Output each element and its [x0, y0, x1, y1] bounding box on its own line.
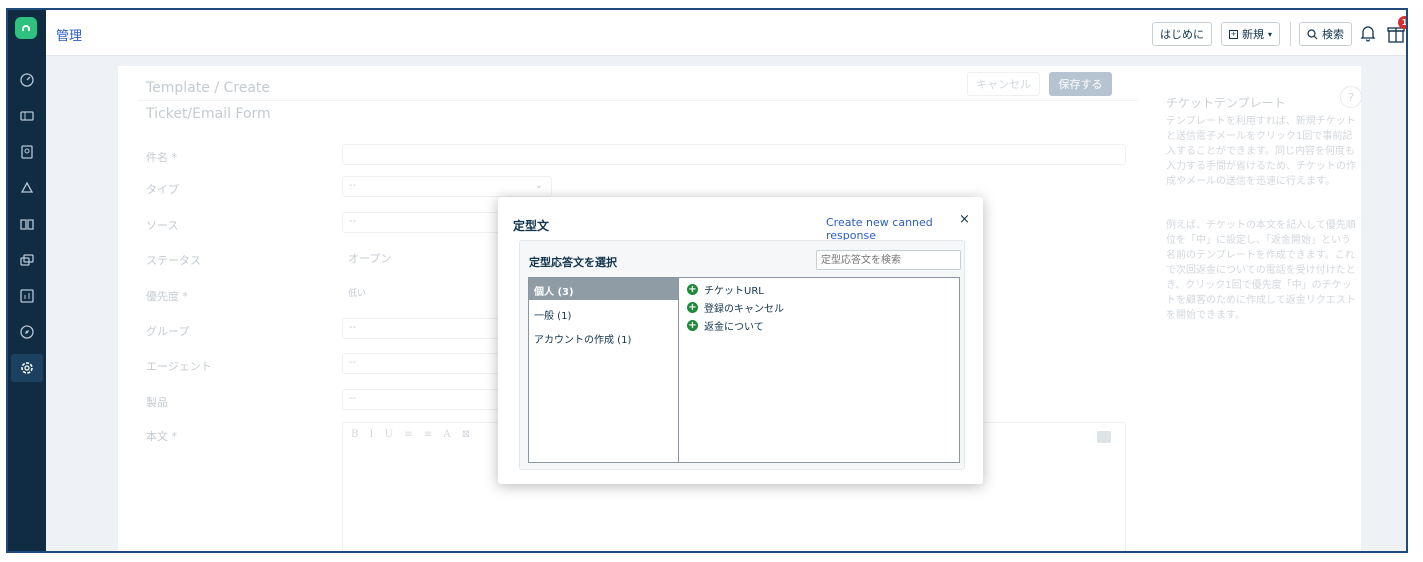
group-value: -- [349, 322, 357, 333]
new-button-label: 新規 [1242, 28, 1264, 41]
help-title: チケットテンプレート [1166, 96, 1286, 110]
sidebar [8, 10, 46, 551]
tickets-icon[interactable] [17, 106, 37, 126]
response-label: 返金について [704, 321, 764, 333]
type-label: タイプ [146, 183, 179, 196]
contacts-icon[interactable] [17, 142, 37, 162]
cancel-button[interactable]: キャンセル [967, 72, 1040, 96]
top-bar: 管理 はじめに + 新規 ▾ 検索 1 [46, 10, 1406, 56]
search-input[interactable] [816, 250, 961, 270]
response-item[interactable]: + 返金について [687, 317, 764, 333]
body-label: 本文 * [146, 430, 177, 443]
product-select[interactable]: -- [342, 389, 502, 410]
divider [1290, 22, 1291, 46]
form-title: Ticket/Email Form [146, 106, 271, 122]
page-title: 管理 [56, 29, 83, 44]
chat-icon[interactable] [17, 250, 37, 270]
source-value: -- [349, 216, 357, 227]
help-paragraph: テンプレートを利用すれば、新規チケットと送信電子メールをクリック1回で事前記入す… [1166, 116, 1356, 187]
canned-response-picker: 定型応答文を選択 個人 (3) 一般 (1) アカウントの作成 (1) + チケ… [519, 240, 965, 470]
product-label: 製品 [146, 396, 168, 409]
agent-value: -- [349, 357, 357, 368]
divider [138, 100, 1138, 101]
add-circle-icon: + [687, 283, 698, 295]
subject-label: 件名 * [146, 151, 177, 164]
subject-input[interactable] [342, 144, 1126, 165]
search-label: 検索 [1322, 28, 1344, 41]
editor-toolbar[interactable]: B I U ≡ ≡ A ⊠ [351, 429, 474, 440]
bell-icon[interactable] [1359, 24, 1377, 42]
save-button[interactable]: 保存する [1049, 72, 1112, 96]
app-window: 管理 はじめに + 新規 ▾ 検索 1 Template / Create Ti… [6, 8, 1408, 553]
new-button[interactable]: + 新規 ▾ [1221, 22, 1281, 46]
search-button[interactable]: 検索 [1299, 22, 1352, 46]
group-label: グループ [146, 325, 190, 338]
product-value: -- [349, 393, 357, 404]
picker-title: 定型応答文を選択 [529, 256, 617, 269]
admin-settings-icon[interactable] [11, 354, 43, 382]
category-item-account-creation[interactable]: アカウントの作成 (1) [529, 326, 678, 348]
type-value: -- [349, 180, 357, 191]
canned-response-modal: 定型文 Create new canned response × 定型応答文を選… [498, 197, 983, 484]
priority-label: 優先度 * [146, 290, 188, 303]
help-icon[interactable]: ? [1340, 86, 1362, 108]
getting-started-button[interactable]: はじめに [1152, 22, 1212, 46]
chevron-down-icon: ▾ [1268, 29, 1273, 39]
category-item-general[interactable]: 一般 (1) [529, 302, 678, 324]
status-value[interactable]: オープン [348, 250, 391, 266]
groups-icon[interactable] [17, 178, 37, 198]
type-select[interactable]: -- ⌄ [342, 176, 552, 197]
comment-icon[interactable] [1097, 431, 1111, 443]
category-list: 個人 (3) 一般 (1) アカウントの作成 (1) [529, 278, 679, 462]
breadcrumb: Template / Create [146, 80, 271, 96]
response-item[interactable]: + 登録のキャンセル [687, 299, 784, 315]
agent-label: エージェント [146, 360, 212, 373]
source-select[interactable]: -- [342, 212, 502, 233]
source-label: ソース [146, 219, 179, 232]
priority-value[interactable]: 低い [348, 286, 366, 299]
picker-lists: 個人 (3) 一般 (1) アカウントの作成 (1) + チケットURL + 登… [528, 277, 960, 463]
dashboard-icon[interactable] [17, 70, 37, 90]
add-circle-icon: + [687, 301, 698, 313]
notification-badge: 1 [1398, 16, 1406, 29]
agent-select[interactable]: -- [342, 353, 502, 374]
response-label: 登録のキャンセル [704, 303, 784, 315]
category-item-personal[interactable]: 個人 (3) [529, 278, 678, 300]
plus-square-icon: + [1229, 29, 1238, 39]
discover-icon[interactable] [17, 322, 37, 342]
help-paragraph: 例えば、チケットの本文を記入して優先順位を「中」に設定し、「返金開始」という名前… [1166, 220, 1356, 321]
add-circle-icon: + [687, 319, 698, 331]
response-label: チケットURL [704, 285, 764, 297]
response-item[interactable]: + チケットURL [687, 281, 764, 297]
app-logo-icon[interactable] [15, 17, 37, 39]
search-icon [1307, 28, 1318, 39]
getting-started-label: はじめに [1160, 28, 1204, 41]
close-icon[interactable]: × [959, 212, 970, 227]
solutions-icon[interactable] [17, 214, 37, 234]
status-label: ステータス [146, 254, 201, 267]
group-select[interactable]: -- [342, 318, 502, 339]
modal-title: 定型文 [513, 219, 550, 233]
chevron-down-icon: ⌄ [534, 180, 543, 191]
reports-icon[interactable] [17, 286, 37, 306]
